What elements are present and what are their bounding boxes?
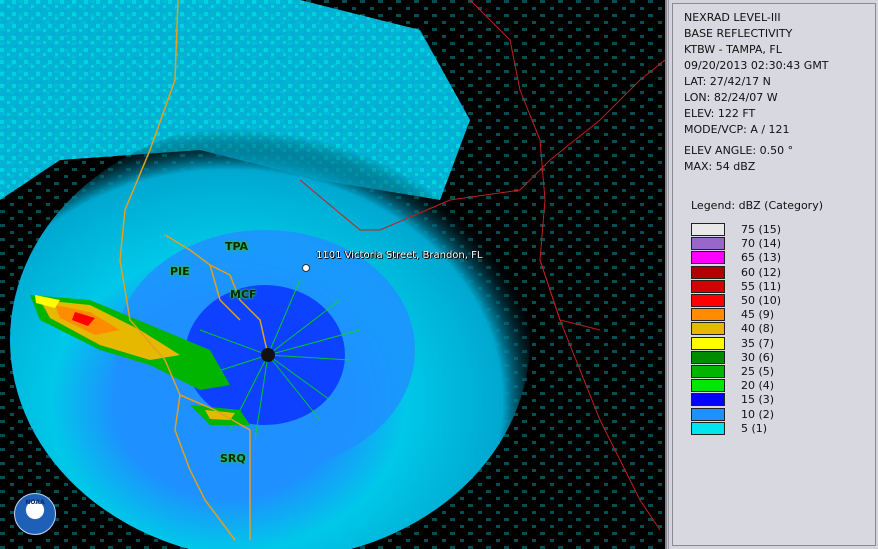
airport-label-tpa: TPA bbox=[225, 240, 249, 253]
legend-swatch bbox=[691, 294, 725, 307]
airport-label-srq: SRQ bbox=[220, 452, 246, 465]
location-marker-label: 1101 Victoria Street, Brandon, FL bbox=[316, 250, 483, 261]
legend-label: 75 (15) bbox=[741, 223, 782, 236]
legend-label: 25 (5) bbox=[741, 365, 775, 378]
legend-swatch bbox=[691, 379, 725, 393]
legend-swatch bbox=[691, 251, 725, 265]
legend-label: 50 (10) bbox=[741, 294, 782, 307]
info-line-station: KTBW - TAMPA, FL bbox=[684, 43, 782, 56]
legend-swatch bbox=[691, 279, 725, 293]
airport-label-pie: PIE bbox=[170, 265, 190, 278]
legend-swatch bbox=[691, 265, 725, 279]
legend-swatch bbox=[691, 237, 725, 251]
legend-label: 10 (2) bbox=[741, 407, 775, 421]
legend-swatch bbox=[691, 322, 725, 336]
legend-title: Legend: dBZ (Category) bbox=[691, 199, 823, 212]
legend-label: 70 (14) bbox=[741, 237, 782, 251]
legend-label: 40 (8) bbox=[741, 322, 775, 336]
legend-swatch bbox=[691, 223, 725, 236]
info-line-lon: LON: 82/24/07 W bbox=[684, 91, 778, 104]
info-line-max: MAX: 54 dBZ bbox=[684, 160, 756, 173]
info-panel: NEXRAD LEVEL-III BASE REFLECTIVITY KTBW … bbox=[668, 0, 878, 549]
legend-swatch bbox=[691, 393, 725, 407]
info-line-elev: ELEV: 122 FT bbox=[684, 107, 756, 120]
info-line-timestamp: 09/20/2013 02:30:43 GMT bbox=[684, 59, 829, 72]
legend-label: 60 (12) bbox=[741, 265, 782, 279]
legend-swatch bbox=[691, 365, 725, 378]
legend-label: 20 (4) bbox=[741, 379, 775, 393]
legend-swatch bbox=[691, 421, 725, 435]
info-line-elev-angle: ELEV ANGLE: 0.50 ° bbox=[684, 144, 794, 157]
legend-label: 55 (11) bbox=[741, 279, 782, 293]
info-line-lat: LAT: 27/42/17 N bbox=[684, 75, 771, 88]
legend-swatch bbox=[691, 350, 725, 364]
legend-swatch bbox=[691, 336, 725, 350]
legend-swatch bbox=[691, 308, 725, 322]
noaa-logo: NOAA bbox=[14, 493, 56, 535]
info-line-mode: MODE/VCP: A / 121 bbox=[684, 123, 790, 136]
legend-label: 30 (6) bbox=[741, 350, 775, 364]
radar-map[interactable]: 1101 Victoria Street, Brandon, FL TPA PI… bbox=[0, 0, 667, 549]
legend-label: 5 (1) bbox=[741, 421, 768, 435]
legend-label: 65 (13) bbox=[741, 251, 782, 265]
airport-label-mcf: MCF bbox=[230, 288, 257, 301]
info-line-type: BASE REFLECTIVITY bbox=[684, 27, 793, 40]
legend-label: 45 (9) bbox=[741, 308, 775, 322]
radar-reflectivity-layer bbox=[0, 0, 665, 549]
legend-label: 35 (7) bbox=[741, 336, 775, 350]
legend-label: 15 (3) bbox=[741, 393, 775, 407]
legend-swatch bbox=[691, 407, 725, 421]
info-line-product: NEXRAD LEVEL-III bbox=[684, 11, 781, 24]
